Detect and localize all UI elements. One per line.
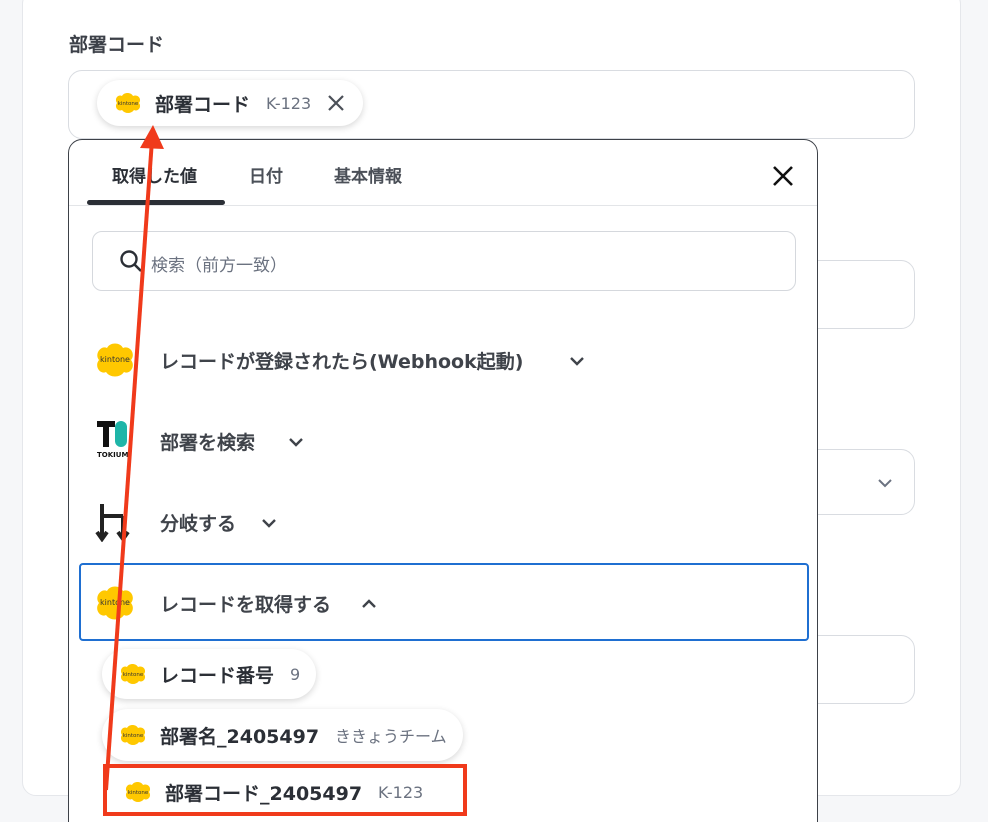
annotation-arrow	[104, 125, 164, 791]
page: 部署コード kintone 部署コード K-123 取得した値 日付 基本情報 …	[0, 0, 988, 822]
